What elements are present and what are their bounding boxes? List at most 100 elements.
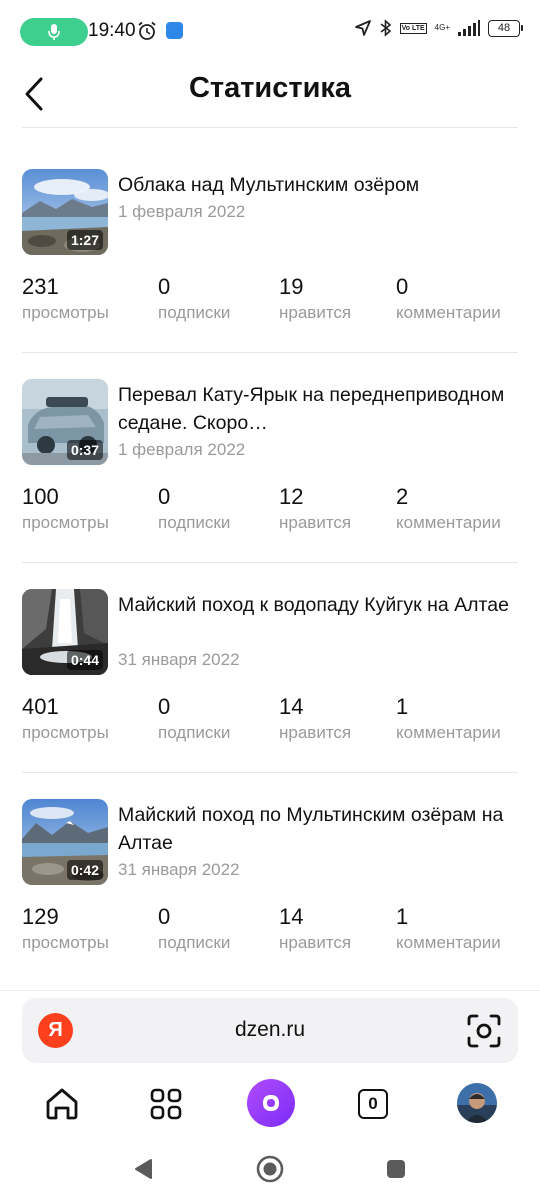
stat-likes-label: нравится (279, 933, 352, 952)
stat-views-label: просмотры (22, 303, 109, 322)
alarm-icon (138, 21, 156, 40)
status-icons: Vo LTE 4G+ 48 (354, 19, 523, 37)
stat-subscriptions: 0 подписки (158, 483, 230, 535)
video-thumbnail[interactable]: 1:27 (22, 169, 108, 255)
stat-comments-label: комментарии (396, 723, 501, 742)
app-notification-icon (166, 22, 183, 39)
stat-likes: 12 нравится (279, 483, 351, 535)
stat-comments-value: 1 (396, 694, 409, 719)
video-title[interactable]: Перевал Кату-Ярык на переднеприводном се… (118, 381, 514, 437)
stat-comments-value: 0 (396, 274, 409, 299)
stat-views-value: 231 (22, 274, 59, 299)
browser-nav-bar: 0 (0, 1070, 540, 1136)
video-stats: 231 просмотры 0 подписки 19 нравится 0 к… (22, 273, 522, 327)
video-stats: 129 просмотры 0 подписки 14 нравится 1 к… (22, 903, 522, 957)
alice-button[interactable] (247, 1079, 295, 1127)
video-date: 1 февраля 2022 (118, 440, 246, 459)
stat-likes-value: 19 (279, 274, 304, 299)
system-home-button[interactable] (255, 1154, 285, 1184)
stat-views: 129 просмотры (22, 903, 109, 955)
stat-subscriptions: 0 подписки (158, 273, 230, 325)
video-duration: 0:44 (66, 650, 103, 670)
bluetooth-icon (380, 19, 391, 37)
video-title[interactable]: Майский поход по Мультинским озёрам на А… (118, 801, 514, 857)
stat-views-label: просмотры (22, 933, 109, 952)
header: Статистика (0, 64, 540, 128)
page-title: Статистика (188, 72, 352, 104)
volte-badge: Vo LTE (399, 22, 427, 34)
bottom-divider (0, 990, 540, 991)
video-stats: 100 просмотры 0 подписки 12 нравится 2 к… (22, 483, 522, 537)
stat-views-value: 129 (22, 904, 59, 929)
stat-subscriptions-value: 0 (158, 274, 171, 299)
video-card[interactable]: 0:42 Майский поход по Мультинским озёрам… (0, 772, 540, 982)
status-time: 19:40 (88, 20, 136, 41)
system-back-button[interactable] (128, 1154, 158, 1184)
stat-views-value: 401 (22, 694, 59, 719)
stat-subscriptions-label: подписки (158, 303, 231, 322)
stat-comments-value: 1 (396, 904, 409, 929)
camera-scan-icon (467, 1014, 501, 1048)
video-title[interactable]: Майский поход к водопаду Куйгук на Алтае (118, 591, 514, 619)
video-card[interactable]: 0:44 Майский поход к водопаду Куйгук на … (0, 562, 540, 772)
url-text[interactable]: dzen.ru (22, 1018, 518, 1042)
profile-avatar[interactable] (457, 1083, 497, 1123)
stat-subscriptions: 0 подписки (158, 693, 230, 745)
battery-icon: 48 (488, 19, 523, 37)
stat-likes: 14 нравится (279, 693, 351, 745)
tabs-count: 0 (358, 1089, 388, 1119)
stat-views: 401 просмотры (22, 693, 109, 745)
alice-icon (263, 1095, 279, 1111)
circle-home-icon (256, 1155, 284, 1183)
stat-comments: 0 комментарии (396, 273, 501, 325)
stat-comments-label: комментарии (396, 933, 501, 952)
stat-subscriptions-label: подписки (158, 933, 231, 952)
video-thumbnail[interactable]: 0:44 (22, 589, 108, 675)
stat-comments: 2 комментарии (396, 483, 501, 535)
video-duration: 0:42 (66, 860, 103, 880)
signal-icon (458, 20, 480, 36)
stat-likes-value: 14 (279, 694, 304, 719)
camera-scan-button[interactable] (464, 1011, 504, 1051)
video-card[interactable]: 1:27 Облака над Мультинским озёром 1 фев… (0, 142, 540, 352)
video-card[interactable]: 0:37 Перевал Кату-Ярык на переднеприводн… (0, 352, 540, 562)
stat-subscriptions-label: подписки (158, 513, 231, 532)
tabs-button[interactable]: 0 (351, 1082, 395, 1126)
video-duration: 1:27 (66, 230, 103, 250)
video-stats: 401 просмотры 0 подписки 14 нравится 1 к… (22, 693, 522, 747)
card-divider (22, 352, 518, 353)
stat-likes-value: 14 (279, 904, 304, 929)
stat-likes: 19 нравится (279, 273, 351, 325)
stat-likes: 14 нравится (279, 903, 351, 955)
stat-likes-value: 12 (279, 484, 304, 509)
video-thumbnail[interactable]: 0:42 (22, 799, 108, 885)
home-button[interactable] (40, 1082, 84, 1126)
stat-views: 231 просмотры (22, 273, 109, 325)
stat-subscriptions-value: 0 (158, 484, 171, 509)
system-navigation (0, 1140, 540, 1200)
system-recents-button[interactable] (381, 1154, 411, 1184)
stat-comments-label: комментарии (396, 303, 501, 322)
stat-comments-value: 2 (396, 484, 409, 509)
card-divider (22, 772, 518, 773)
url-bar[interactable]: Я dzen.ru (22, 998, 518, 1063)
video-date: 31 января 2022 (118, 650, 240, 669)
stat-subscriptions: 0 подписки (158, 903, 230, 955)
video-thumbnail[interactable]: 0:37 (22, 379, 108, 465)
services-button[interactable] (144, 1082, 188, 1126)
video-duration: 0:37 (66, 440, 103, 460)
location-icon (354, 20, 371, 36)
video-stats-list: 1:27 Облака над Мультинским озёром 1 фев… (0, 142, 540, 982)
video-date: 31 января 2022 (118, 860, 240, 879)
avatar-image (457, 1083, 497, 1123)
mic-indicator[interactable] (20, 18, 88, 46)
microphone-icon (48, 24, 60, 40)
video-title[interactable]: Облака над Мультинским озёром (118, 171, 514, 199)
video-date: 1 февраля 2022 (118, 202, 246, 221)
stat-views-label: просмотры (22, 723, 109, 742)
header-divider (22, 127, 518, 128)
stat-subscriptions-label: подписки (158, 723, 231, 742)
grid-icon (150, 1088, 182, 1120)
stat-subscriptions-value: 0 (158, 904, 171, 929)
home-icon (46, 1088, 78, 1120)
